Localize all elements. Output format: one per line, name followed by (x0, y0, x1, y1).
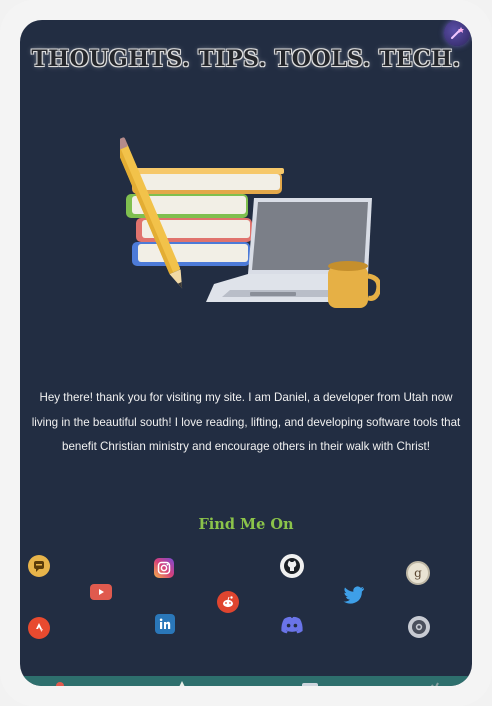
location-pin-icon[interactable] (54, 678, 66, 686)
goodreads-link[interactable]: g (406, 561, 430, 585)
instagram-icon (157, 561, 171, 575)
svg-text:g: g (414, 566, 422, 580)
steam-link[interactable] (408, 616, 430, 638)
reddit-icon (223, 596, 233, 608)
device-frame: THOUGHTS. TIPS. TOOLS. TECH. Hey there! … (0, 0, 492, 706)
chat-link[interactable] (28, 555, 50, 577)
strava-icon (36, 623, 43, 632)
discord-link[interactable] (280, 613, 304, 637)
tools-icon[interactable] (424, 678, 440, 686)
instagram-link[interactable] (154, 558, 174, 578)
twitter-link[interactable] (343, 583, 365, 605)
chat-icon (34, 561, 44, 572)
linkedin-link[interactable] (155, 614, 175, 634)
magic-wand-icon (451, 27, 464, 39)
strava-link[interactable] (28, 617, 50, 639)
theme-toggle-button[interactable] (444, 20, 470, 46)
tree-icon[interactable] (176, 678, 188, 686)
steam-icon (412, 620, 426, 634)
page-screen: THOUGHTS. TIPS. TOOLS. TECH. Hey there! … (20, 20, 472, 686)
github-icon (284, 558, 300, 574)
youtube-icon (99, 589, 104, 595)
goodreads-icon: g (414, 566, 422, 580)
github-link[interactable] (280, 554, 304, 578)
bottom-toolbar (20, 676, 472, 686)
intro-paragraph: Hey there! thank you for visiting my sit… (31, 391, 461, 453)
discord-icon (281, 616, 303, 634)
books-laptop-illustration (120, 137, 380, 308)
find-me-heading: Find Me On (198, 516, 294, 533)
linkedin-icon (159, 618, 171, 629)
youtube-link[interactable] (90, 584, 112, 600)
reddit-link[interactable] (217, 591, 239, 613)
twitter-icon (343, 586, 364, 604)
site-title: THOUGHTS. TIPS. TOOLS. TECH. (31, 46, 461, 72)
note-icon[interactable] (302, 678, 318, 686)
